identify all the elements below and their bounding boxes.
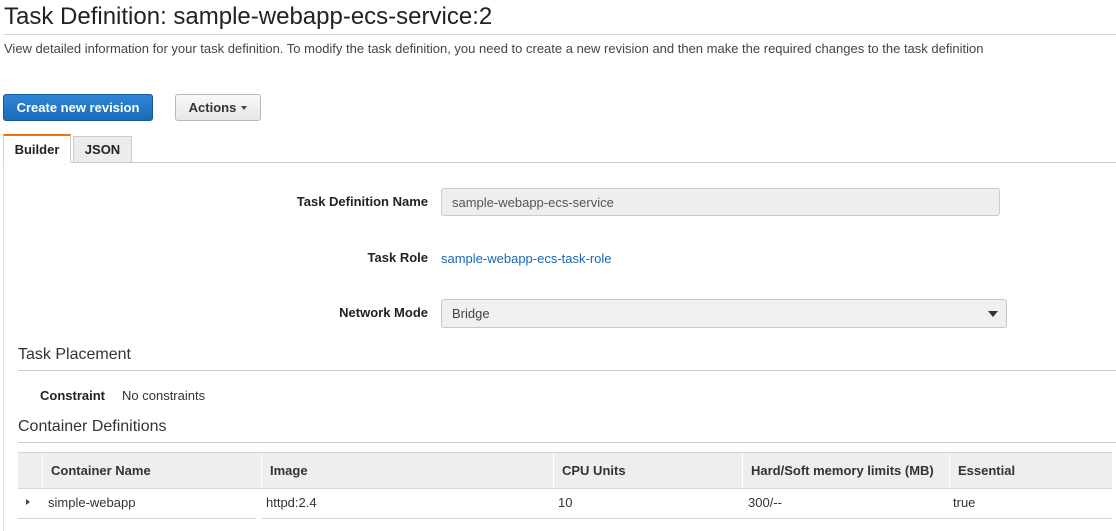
caret-down-icon <box>241 106 248 110</box>
cell-memory-limits: 300/-- <box>748 495 782 510</box>
panel-border <box>3 163 4 531</box>
actions-dropdown-button[interactable]: Actions <box>175 94 261 121</box>
column-header-memory-limits[interactable]: Hard/Soft memory limits (MB) <box>742 453 949 488</box>
section-divider <box>18 442 1116 443</box>
create-new-revision-button[interactable]: Create new revision <box>3 94 153 121</box>
column-header-container-name[interactable]: Container Name <box>42 453 255 488</box>
section-divider <box>18 370 1116 371</box>
expand-row-icon[interactable] <box>26 499 30 505</box>
cell-essential: true <box>953 495 976 510</box>
network-mode-value: Bridge <box>452 306 490 321</box>
column-header-image[interactable]: Image <box>261 453 553 488</box>
cell-cpu-units: 10 <box>558 495 573 510</box>
caret-down-icon <box>988 311 998 317</box>
cell-container-name: simple-webapp <box>48 495 136 510</box>
table-header: Container Name Image CPU Units Hard/Soft… <box>18 452 1112 489</box>
page-description: View detailed information for your task … <box>4 41 984 56</box>
task-placement-heading: Task Placement <box>18 346 131 363</box>
row-divider <box>262 518 1112 519</box>
tab-builder[interactable]: Builder <box>3 134 71 163</box>
tabs-divider <box>3 162 1116 163</box>
container-definitions-heading: Container Definitions <box>18 418 167 435</box>
network-mode-label: Network Mode <box>339 305 428 320</box>
constraint-label: Constraint <box>40 388 105 403</box>
task-definition-name-field[interactable] <box>441 188 1000 216</box>
network-mode-select[interactable]: Bridge <box>441 299 1007 328</box>
task-role-link[interactable]: sample-webapp-ecs-task-role <box>441 251 612 266</box>
tab-json[interactable]: JSON <box>73 136 132 162</box>
cell-image: httpd:2.4 <box>266 495 317 510</box>
title-divider <box>4 34 1116 35</box>
row-divider <box>18 518 256 519</box>
column-header-cpu-units[interactable]: CPU Units <box>553 453 742 488</box>
task-role-label: Task Role <box>367 250 428 265</box>
expand-column-header <box>18 453 42 488</box>
page-title: Task Definition: sample-webapp-ecs-servi… <box>4 3 493 30</box>
column-header-essential[interactable]: Essential <box>949 453 1112 488</box>
constraint-value: No constraints <box>122 388 206 403</box>
actions-label: Actions <box>188 100 237 115</box>
task-definition-name-label: Task Definition Name <box>296 194 428 209</box>
